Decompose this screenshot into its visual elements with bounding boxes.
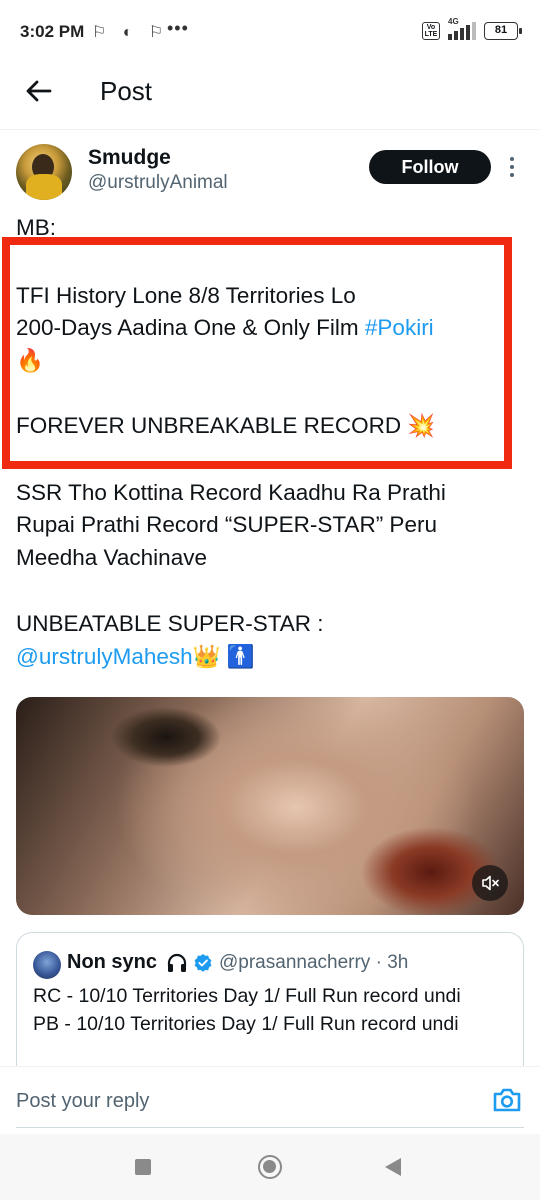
dot <box>510 165 514 169</box>
arrow-left-icon <box>26 80 52 102</box>
top-app-bar: Post <box>0 62 540 130</box>
crown-emoji: 👑 🚹 <box>192 644 255 669</box>
status-time: 3:02 PM <box>20 22 85 41</box>
notification-icons: ⚐ ◐ ⚐ <box>92 24 170 41</box>
mute-button[interactable] <box>472 865 508 901</box>
reply-bar <box>0 1066 540 1130</box>
post-text-line: Rupai Prathi Record “SUPER-STAR” Peru <box>16 512 437 537</box>
author-handle[interactable]: @urstrulyAnimal <box>88 172 228 194</box>
quoted-text-line: PB - 10/10 Territories Day 1/ Full Run r… <box>33 1013 459 1035</box>
network-type-label: 4G <box>448 17 459 26</box>
battery-icon: 81 <box>484 22 522 40</box>
camera-button[interactable] <box>492 1086 522 1114</box>
system-back-button[interactable] <box>385 1158 401 1176</box>
status-right: Vo LTE 4G 81 <box>422 17 522 40</box>
post-text-line: Meedha Vachinave <box>16 545 207 570</box>
verified-badge-icon <box>194 954 212 972</box>
volume-muted-icon <box>482 875 499 891</box>
author-name[interactable]: Smudge <box>88 146 171 170</box>
more-options-button[interactable] <box>503 154 521 180</box>
post-text-line: SSR Tho Kottina Record Kaadhu Ra Prathi <box>16 480 446 505</box>
camera-icon <box>493 1088 521 1112</box>
post-text-line: @urstrulyMahesh👑 🚹 <box>16 641 255 673</box>
status-bar: 3:02 PM ⚐ ◐ ⚐ ••• Vo LTE 4G 81 <box>0 0 540 62</box>
page-title: Post <box>100 76 153 106</box>
mention-link[interactable]: @urstrulyMahesh <box>16 644 193 669</box>
quoted-text-line: RC - 10/10 Territories Day 1/ Full Run r… <box>33 985 461 1007</box>
post-video[interactable] <box>16 697 524 915</box>
signal-icon: 4G <box>448 17 476 40</box>
follow-button[interactable]: Follow <box>369 150 491 184</box>
dot <box>510 173 514 177</box>
more-notifications-icon: ••• <box>167 18 189 38</box>
headphones-icon <box>167 953 187 972</box>
avatar[interactable] <box>16 144 72 200</box>
post-text-line: UNBEATABLE SUPER-STAR : <box>16 611 324 636</box>
back-button[interactable] <box>22 74 56 108</box>
reply-input[interactable] <box>16 1081 476 1121</box>
quoted-post[interactable]: Non sync @prasannacherry · 3h RC - 10/10… <box>16 932 524 1072</box>
quoted-author-name: Non sync <box>67 951 158 973</box>
quoted-avatar <box>33 951 61 979</box>
dot <box>510 157 514 161</box>
home-button[interactable] <box>258 1155 282 1179</box>
system-nav-bar <box>0 1134 540 1200</box>
divider <box>16 1127 524 1128</box>
recent-apps-button[interactable] <box>135 1159 151 1175</box>
highlight-annotation-box <box>2 237 512 469</box>
volte-icon: Vo LTE <box>422 22 440 40</box>
quoted-handle-time: @prasannacherry · 3h <box>219 952 409 973</box>
